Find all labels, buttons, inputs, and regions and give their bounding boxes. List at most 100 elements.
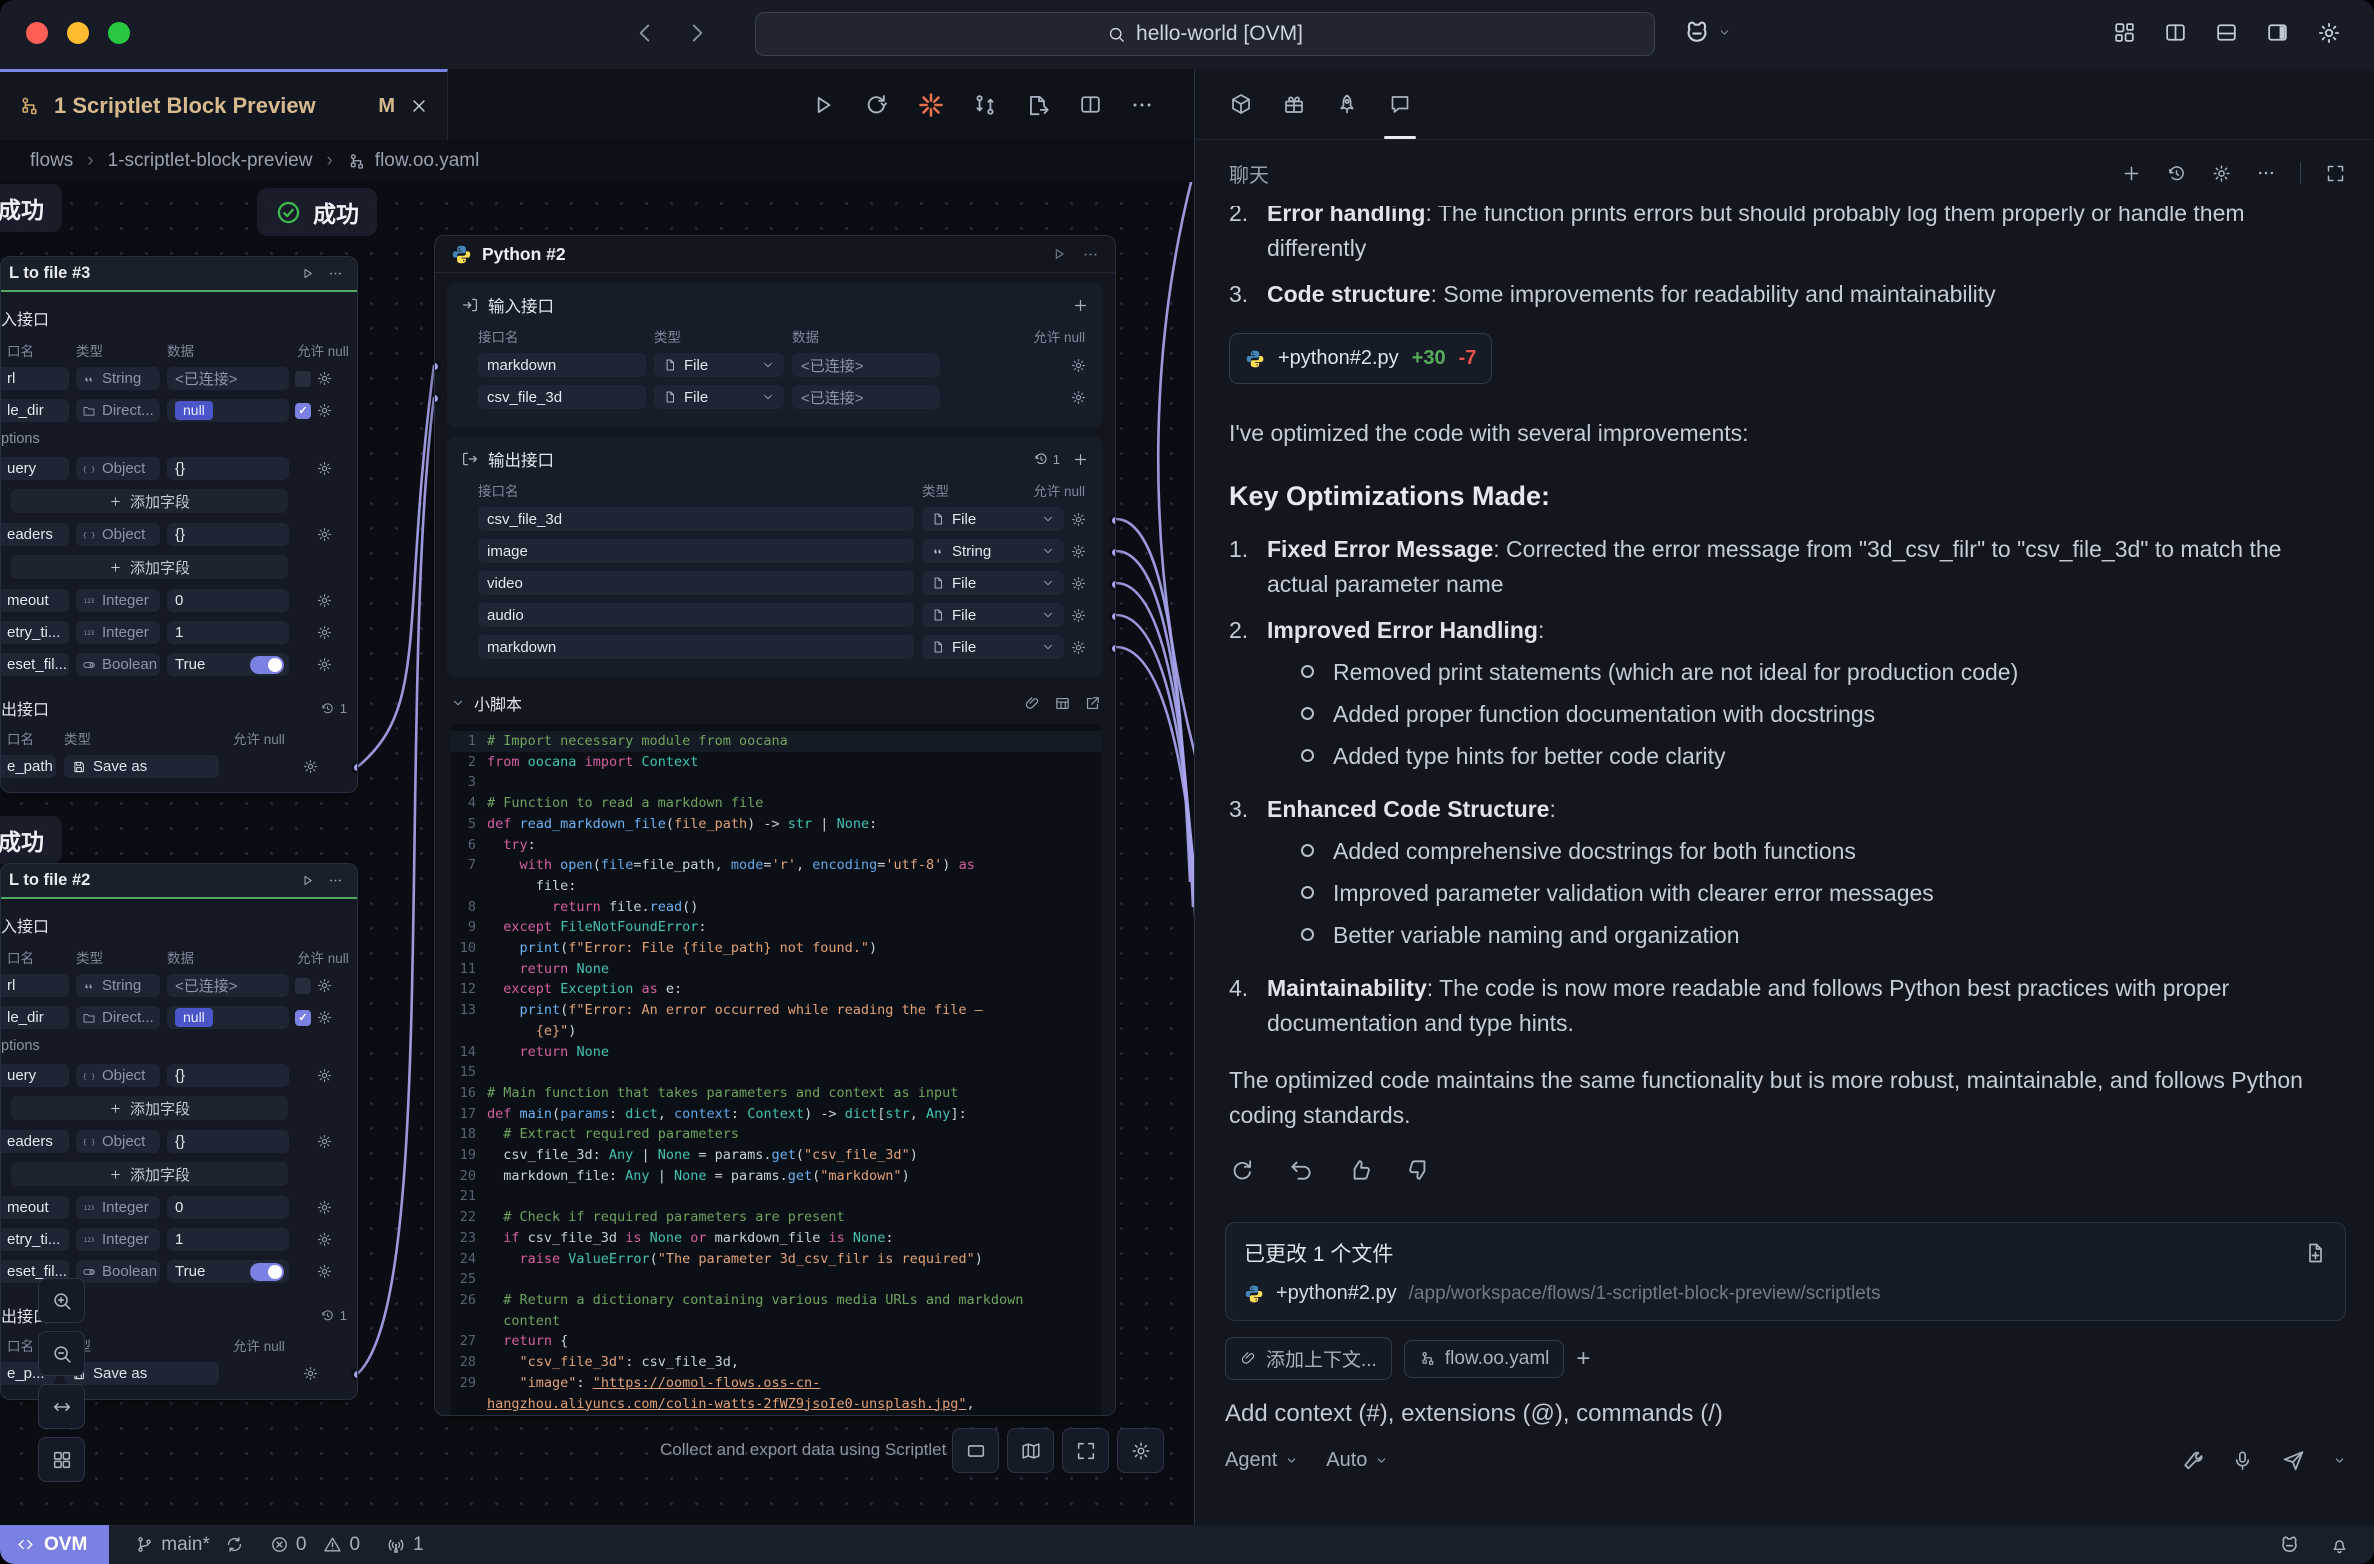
thumbs-up-icon[interactable]	[1347, 1157, 1373, 1183]
input-name-field[interactable]: csv_file_3d	[478, 385, 646, 409]
chat-more-icon[interactable]	[2256, 163, 2276, 183]
model-dropdown[interactable]: Auto	[1326, 1449, 1388, 1472]
param-value-field[interactable]: null	[167, 1006, 289, 1029]
node-url-to-file-3[interactable]: L to file #3入接口口名类型数据允许 nullrlString<已连接…	[0, 256, 358, 793]
notifications-bell-icon[interactable]	[2329, 1534, 2350, 1555]
tab-packages[interactable]	[1229, 69, 1253, 139]
add-context-chip[interactable]: 添加上下文...	[1225, 1337, 1392, 1380]
assistant-menu[interactable]	[1682, 17, 1731, 47]
history-icon[interactable]	[1033, 451, 1049, 467]
tab-marketplace[interactable]	[1282, 69, 1306, 139]
node-menu-icon[interactable]	[1082, 246, 1099, 263]
param-value-field[interactable]: 0	[167, 589, 289, 612]
remote-indicator[interactable]: OVM	[0, 1525, 109, 1564]
settings-gear-icon[interactable]	[2316, 20, 2342, 46]
ports-item[interactable]: 1	[386, 1534, 424, 1556]
git-compare-icon[interactable]	[972, 92, 998, 118]
output-settings-icon[interactable]	[302, 758, 319, 775]
param-type-field[interactable]: Boolean	[76, 653, 160, 676]
breadcrumb-flows[interactable]: flows	[30, 150, 73, 172]
ai-spark-icon[interactable]	[917, 91, 945, 119]
param-settings-icon[interactable]	[316, 1067, 333, 1084]
param-value-field[interactable]: True	[167, 1260, 289, 1283]
param-value-field[interactable]: {}	[167, 1130, 289, 1153]
code-editor[interactable]: 1# Import necessary module from oocana2f…	[451, 724, 1101, 1416]
output-port[interactable]	[351, 1368, 358, 1381]
param-settings-icon[interactable]	[316, 1199, 333, 1216]
add-field-button[interactable]: 添加字段	[11, 1162, 288, 1186]
param-settings-icon[interactable]	[316, 370, 333, 387]
param-name-field[interactable]: eaders	[1, 1130, 69, 1153]
param-settings-icon[interactable]	[316, 1231, 333, 1248]
param-type-field[interactable]: { }Object	[76, 1130, 160, 1153]
output-type-dropdown[interactable]: File	[922, 635, 1064, 659]
close-window-button[interactable]	[26, 22, 48, 44]
param-settings-icon[interactable]	[316, 460, 333, 477]
param-name-field[interactable]: rl	[1, 367, 69, 390]
forward-icon[interactable]	[684, 20, 710, 46]
output-name-field[interactable]: csv_file_3d	[478, 507, 914, 531]
thumbs-down-icon[interactable]	[1406, 1157, 1432, 1183]
mascot-icon[interactable]	[2278, 1533, 2301, 1556]
param-type-field[interactable]: 123Integer	[76, 621, 160, 644]
output-type-field[interactable]: Save as	[64, 1362, 219, 1385]
maximize-window-button[interactable]	[108, 22, 130, 44]
tab-scriptlet-block-preview[interactable]: 1 Scriptlet Block Preview M	[0, 69, 448, 140]
rerun-icon[interactable]	[863, 91, 890, 118]
param-settings-icon[interactable]	[316, 592, 333, 609]
allow-null-checkbox[interactable]	[295, 403, 311, 419]
python-node-header[interactable]: Python #2	[435, 236, 1115, 273]
breadcrumb-file[interactable]: flow.oo.yaml	[347, 150, 480, 172]
tools-icon[interactable]	[2179, 1448, 2204, 1473]
sync-icon[interactable]	[225, 1535, 244, 1554]
node-python-2[interactable]: Python #2 输入接口 接口名	[434, 235, 1116, 1416]
chat-settings-icon[interactable]	[2211, 163, 2232, 184]
problems-item[interactable]: 0 0	[270, 1534, 360, 1556]
input-value-field[interactable]: <已连接>	[792, 353, 940, 377]
blocks-layout-icon[interactable]	[2112, 20, 2137, 45]
param-type-field[interactable]: Direct...	[76, 399, 160, 422]
param-value-field[interactable]: {}	[167, 1064, 289, 1087]
output-name-field[interactable]: e_path	[1, 755, 56, 778]
param-value-field[interactable]: <已连接>	[167, 974, 289, 997]
allow-null-checkbox[interactable]	[295, 1010, 311, 1026]
zoom-out-button[interactable]	[38, 1331, 85, 1376]
changed-files-card[interactable]: 已更改 1 个文件 +python#2.py /app/workspace/fl…	[1225, 1222, 2346, 1321]
collapse-icon[interactable]	[451, 696, 465, 710]
output-name-field[interactable]: markdown	[478, 635, 914, 659]
output-settings-icon[interactable]	[1070, 575, 1087, 592]
split-columns-icon[interactable]	[2163, 20, 2188, 45]
chat-history-icon[interactable]	[2166, 163, 2187, 184]
param-name-field[interactable]: etry_ti...	[1, 1228, 69, 1251]
fit-width-button[interactable]	[38, 1384, 85, 1429]
param-type-field[interactable]: Direct...	[76, 1006, 160, 1029]
param-settings-icon[interactable]	[316, 1133, 333, 1150]
param-value-field[interactable]: {}	[167, 523, 289, 546]
node-header[interactable]: L to file #2	[1, 864, 357, 899]
output-settings-icon[interactable]	[302, 1365, 319, 1382]
param-type-field[interactable]: 123Integer	[76, 1196, 160, 1219]
output-name-field[interactable]: image	[478, 539, 914, 563]
input-type-dropdown[interactable]: File	[654, 353, 784, 377]
output-settings-icon[interactable]	[1070, 607, 1087, 624]
view-diff-icon[interactable]	[2303, 1241, 2327, 1265]
output-type-dropdown[interactable]: File	[922, 571, 1064, 595]
add-field-button[interactable]: 添加字段	[11, 1096, 288, 1120]
output-type-dropdown[interactable]: File	[922, 603, 1064, 627]
param-name-field[interactable]: uery	[1, 1064, 69, 1087]
tab-chat[interactable]	[1388, 69, 1412, 139]
input-name-field[interactable]: markdown	[478, 353, 646, 377]
output-name-field[interactable]: video	[478, 571, 914, 595]
node-header[interactable]: L to file #3	[1, 257, 357, 292]
input-settings-icon[interactable]	[1070, 357, 1087, 374]
param-value-field[interactable]: 1	[167, 1228, 289, 1251]
command-search-input[interactable]: hello-world [OVM]	[755, 12, 1655, 56]
frame-view-button[interactable]	[952, 1428, 999, 1473]
param-name-field[interactable]: meout	[1, 1196, 69, 1219]
close-tab-icon[interactable]	[409, 96, 429, 116]
output-port[interactable]	[1109, 514, 1116, 527]
param-type-field[interactable]: String	[76, 367, 160, 390]
output-type-field[interactable]: Save as	[64, 755, 219, 778]
input-settings-icon[interactable]	[1070, 389, 1087, 406]
output-settings-icon[interactable]	[1070, 543, 1087, 560]
